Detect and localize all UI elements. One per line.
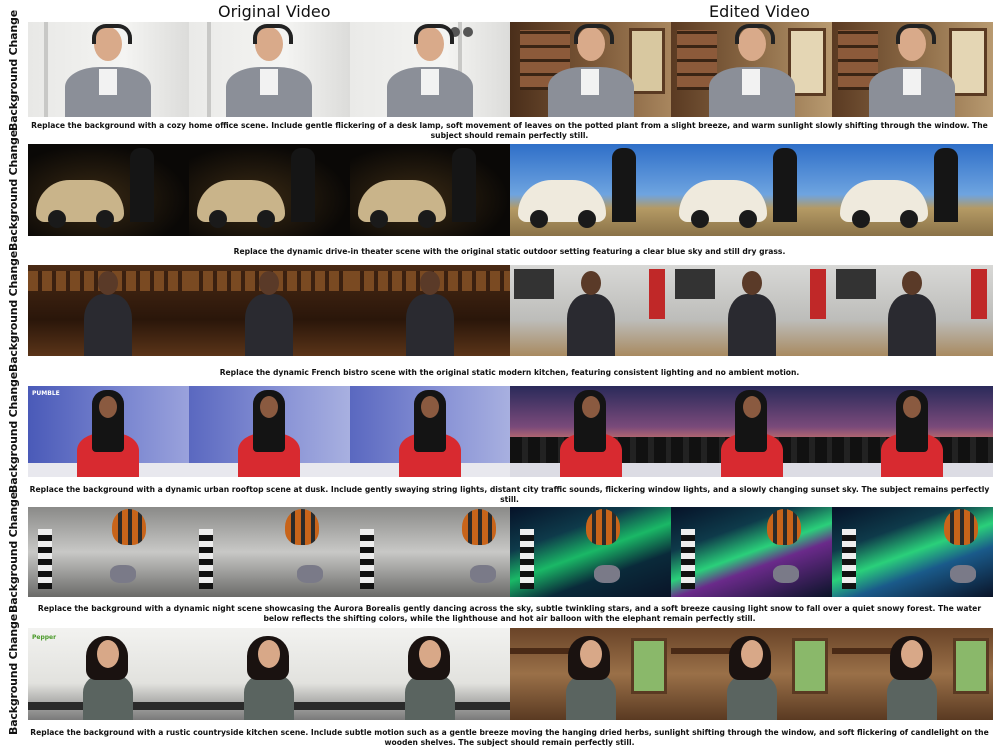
video-frame-edited: [831, 144, 993, 236]
video-frame-original: [349, 265, 511, 356]
edited-video-header: Edited Video: [709, 2, 810, 21]
video-frame-edited: [671, 144, 832, 236]
video-frame-original: Pepper: [28, 628, 189, 720]
video-frame-original: [188, 144, 350, 236]
frame-strip: [28, 265, 993, 356]
row-label: Background Change: [6, 129, 20, 251]
row-label: Background Change: [6, 613, 20, 735]
pepper-logo: Pepper: [32, 634, 57, 641]
pumble-logo: PUMBLE: [32, 390, 60, 397]
video-frame-edited: [510, 628, 672, 720]
video-frame-edited: [510, 22, 672, 117]
video-frame-edited: [831, 628, 993, 720]
video-frame-edited: [510, 144, 672, 236]
row-caption: Replace the dynamic drive-in theater sce…: [233, 247, 786, 256]
video-frame-original: [28, 22, 189, 117]
video-frame-edited: [671, 22, 832, 117]
row-label: Background Change: [6, 492, 20, 613]
frame-strip: [28, 144, 993, 236]
video-frame-edited: [510, 386, 672, 477]
original-video-header: Original Video: [218, 2, 331, 21]
row-caption: Replace the dynamic French bistro scene …: [219, 368, 800, 377]
row-caption: Replace the background with a cozy home …: [31, 121, 988, 140]
video-frame-original: [349, 507, 511, 597]
row-label: Background Change: [6, 250, 20, 372]
row-caption: Replace the background with a dynamic ur…: [29, 485, 990, 504]
frame-strip: Pepper: [28, 628, 993, 720]
video-frame-edited: [510, 265, 672, 356]
video-frame-edited: [671, 628, 832, 720]
video-frame-original: [349, 386, 511, 477]
video-frame-edited: [831, 507, 993, 597]
video-frame-original: [188, 507, 350, 597]
frame-strip: PUMBLE: [28, 386, 993, 477]
video-frame-original: [349, 22, 511, 117]
video-frame-original: [28, 265, 189, 356]
row-caption: Replace the background with a dynamic ni…: [37, 604, 982, 623]
video-frame-original: [188, 386, 350, 477]
video-frame-edited: [671, 265, 832, 356]
row-label: Background Change: [6, 371, 20, 493]
video-frame-original: PUMBLE: [28, 386, 189, 477]
video-frame-original: [28, 144, 189, 236]
video-frame-edited: [671, 386, 832, 477]
video-frame-edited: [671, 507, 832, 597]
video-frame-original: [188, 22, 350, 117]
frame-strip: [28, 22, 993, 117]
video-frame-edited: [510, 507, 672, 597]
video-frame-original: [28, 507, 189, 597]
row-label: Background Change: [6, 9, 20, 131]
video-frame-original: [188, 265, 350, 356]
video-frame-original: [349, 628, 511, 720]
video-frame-edited: [831, 22, 993, 117]
video-frame-original: [188, 628, 350, 720]
video-frame-original: [349, 144, 511, 236]
video-frame-edited: [831, 265, 993, 356]
row-caption: Replace the background with a rustic cou…: [30, 728, 989, 747]
video-frame-edited: [831, 386, 993, 477]
frame-strip: [28, 507, 993, 597]
